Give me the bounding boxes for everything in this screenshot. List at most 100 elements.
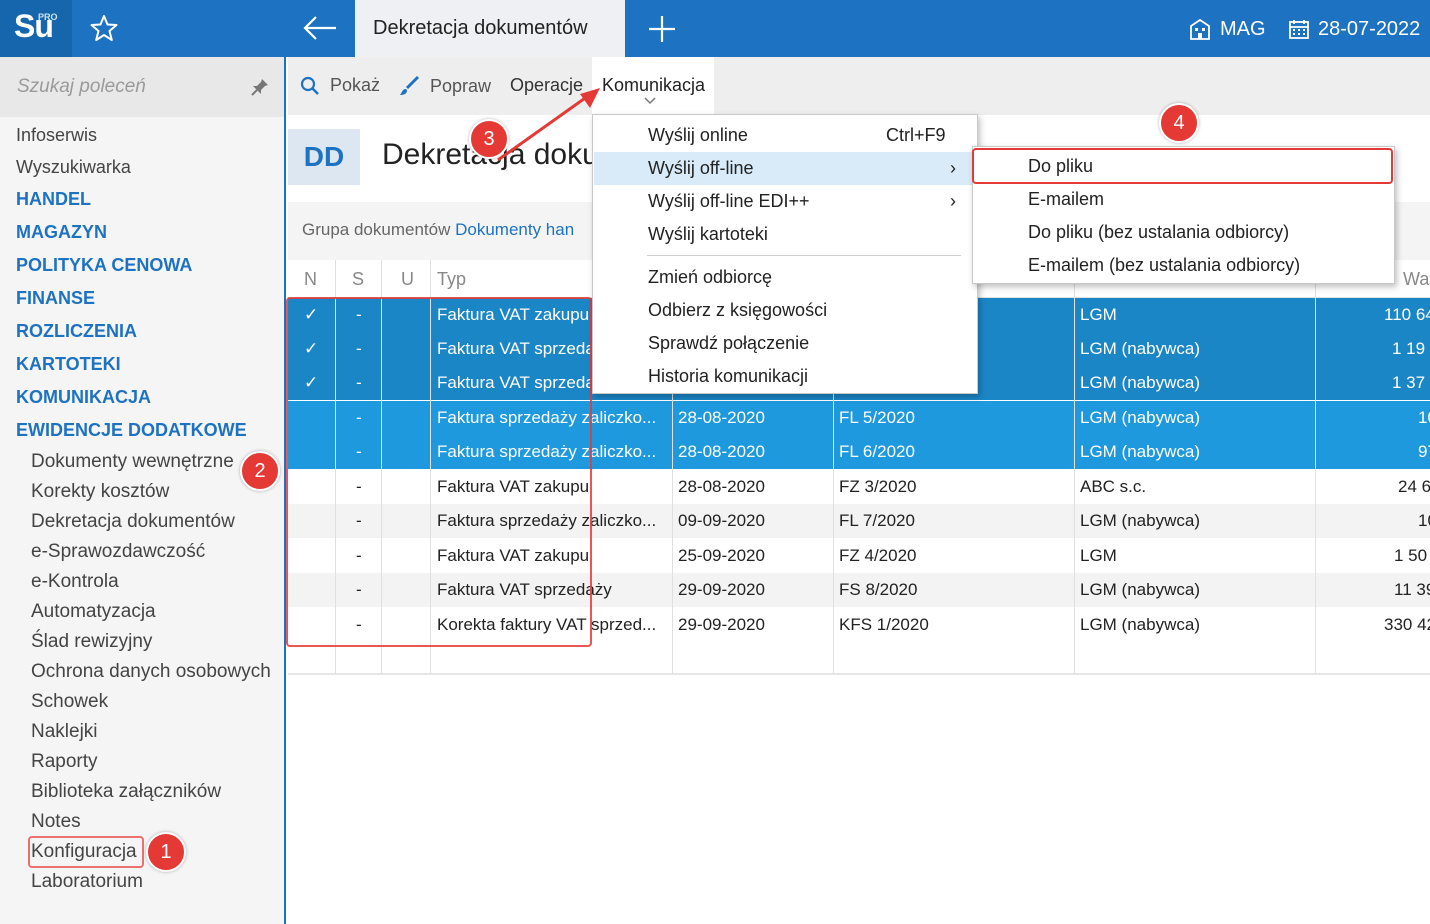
sidebar-item-ochrona-danych[interactable]: Ochrona danych osobowych [31,661,271,683]
annotation-badge-1: 1 [146,832,186,872]
sidebar-item-automatyzacja[interactable]: Automatyzacja [31,601,156,623]
sidebar-item-biblioteka-zalacznikow[interactable]: Biblioteka załączników [31,781,221,803]
sidebar-item-e-kontrola[interactable]: e-Kontrola [31,571,119,593]
annotation-badge-2: 2 [240,451,280,491]
sidebar-section-komunikacja[interactable]: KOMUNIKACJA [16,387,151,408]
app-logo[interactable]: Su PRO [0,0,72,57]
annotation-badge-3: 3 [469,119,509,159]
cell-contractor: LGM (nabywca) [1080,615,1200,634]
menu-item-send-offline-edi[interactable]: Wyślij off-line EDI++ › [594,185,976,218]
calendar-icon [1289,20,1309,39]
menu-item-send-cards[interactable]: Wyślij kartoteki [594,218,976,251]
plus-icon[interactable] [645,12,679,46]
cell-value: 24 60 [1398,477,1430,496]
communication-label: Komunikacja [602,75,706,95]
column-header-typ[interactable]: Typ [437,260,466,298]
edit-button[interactable]: Popraw [398,75,491,97]
warehouse-selector[interactable]: MAG [1188,15,1266,43]
sidebar-item-wyszukiwarka[interactable]: Wyszukiwarka [16,157,131,178]
document-type-badge: DD [288,129,360,185]
column-divider [1315,260,1316,674]
sidebar-item-notes[interactable]: Notes [31,811,81,833]
cell-value: 1 50 [1394,546,1428,565]
cell-date: 28-08-2020 [678,477,765,496]
column-header-u[interactable]: U [401,260,414,298]
search-input[interactable]: Szukaj poleceń [17,76,146,98]
sidebar-section-handel[interactable]: HANDEL [16,189,91,210]
annotation-highlight-box [28,836,144,868]
cell-date: 29-09-2020 [678,580,765,599]
cell-contractor: LGM (nabywca) [1080,580,1200,599]
column-header-n[interactable]: N [304,260,317,298]
group-link[interactable]: Dokumenty han [455,220,574,239]
date-selector[interactable]: 28-07-2022 [1288,15,1420,43]
communication-button[interactable]: Komunikacja [592,57,714,115]
column-header-s[interactable]: S [352,260,364,298]
sidebar-section-ewidencje-dodatkowe[interactable]: EWIDENCJE DODATKOWE [16,420,247,441]
submenu-item-to-file-no-recipient[interactable]: Do pliku (bez ustalania odbiorcy) [973,216,1394,249]
cell-contractor: LGM [1080,546,1117,565]
cell-value: 1 19 [1392,339,1426,358]
building-icon [1190,18,1210,40]
logo-pro-label: PRO [38,12,58,22]
cell-number: FL 6/2020 [839,442,915,461]
annotation-highlight-box [286,297,592,647]
menu-item-send-offline[interactable]: Wyślij off-line › [594,152,976,185]
sidebar-item-korekty-kosztow[interactable]: Korekty kosztów [31,481,169,503]
menu-item-communication-history[interactable]: Historia komunikacji [594,360,976,393]
chevron-down-icon [644,97,656,105]
sidebar-section-finanse[interactable]: FINANSE [16,288,95,309]
star-icon[interactable] [88,12,120,44]
menu-item-label: Odbierz z księgowości [648,300,828,320]
submenu-item-email[interactable]: E-mailem [973,183,1394,216]
cell-contractor: LGM (nabywca) [1080,408,1200,427]
sidebar-item-dokumenty-wewnetrzne[interactable]: Dokumenty wewnętrzne [31,451,234,473]
sidebar-section-kartoteki[interactable]: KARTOTEKI [16,354,121,375]
pin-icon[interactable] [250,77,270,97]
cell-number: FS 8/2020 [839,580,918,599]
cell-value: 110 64 [1384,305,1430,324]
cell-contractor: LGM (nabywca) [1080,511,1200,530]
chevron-right-icon: › [950,158,956,178]
sidebar-item-schowek[interactable]: Schowek [31,691,108,713]
date-label: 28-07-2022 [1318,17,1421,40]
cell-contractor: LGM (nabywca) [1080,442,1200,461]
cell-date: 28-08-2020 [678,408,765,427]
cell-value: 10 [1418,408,1430,427]
sidebar-item-e-sprawozdawczosc[interactable]: e-Sprawozdawczość [31,541,205,563]
menu-item-check-connection[interactable]: Sprawdź połączenie [594,327,976,360]
submenu-item-email-no-recipient[interactable]: E-mailem (bez ustalania odbiorcy) [973,249,1394,282]
table-row-empty[interactable] [288,643,1430,675]
submenu-item-label: E-mailem [1028,189,1105,209]
annotation-highlight-box [972,148,1393,184]
tab-document-decree[interactable]: Dekretacja dokumentów [355,0,625,57]
toolbar: Pokaż Popraw Operacje Komunikacja [288,57,1430,115]
cell-date: 09-09-2020 [678,511,765,530]
submenu-item-label: Do pliku (bez ustalania odbiorcy) [1028,222,1290,242]
sidebar-item-naklejki[interactable]: Naklejki [31,721,98,743]
cell-value: 1 37 [1392,373,1426,392]
cell-value: 330 42 [1384,615,1430,634]
sidebar-item-slad-rewizyjny[interactable]: Ślad rewizyjny [31,631,152,653]
sidebar-item-infoserwis[interactable]: Infoserwis [16,125,97,146]
show-button[interactable]: Pokaż [300,75,380,96]
cell-contractor: ABC s.c. [1080,477,1147,496]
column-header-value[interactable]: Wa [1403,260,1429,298]
sidebar: Szukaj poleceń Infoserwis Wyszukiwarka H… [0,57,286,924]
command-search[interactable]: Szukaj poleceń [0,57,284,117]
menu-item-receive-accounting[interactable]: Odbierz z księgowości [594,294,976,327]
menu-item-send-online[interactable]: Wyślij online Ctrl+F9 [594,119,976,152]
sidebar-section-rozliczenia[interactable]: ROZLICZENIA [16,321,137,342]
cell-number: FZ 4/2020 [839,546,917,565]
cell-number: FZ 3/2020 [839,477,917,496]
sidebar-section-magazyn[interactable]: MAGAZYN [16,222,107,243]
sidebar-item-raporty[interactable]: Raporty [31,751,98,773]
sidebar-section-polityka-cenowa[interactable]: POLITYKA CENOWA [16,255,192,276]
sidebar-item-dekretacja[interactable]: Dekretacja dokumentów [31,511,235,533]
cell-value: 97 [1418,442,1430,461]
cell-date: 28-08-2020 [678,442,765,461]
back-arrow-icon[interactable] [300,12,340,44]
sidebar-item-laboratorium[interactable]: Laboratorium [31,871,143,893]
cell-number: FL 5/2020 [839,408,915,427]
menu-item-change-recipient[interactable]: Zmień odbiorcę [594,261,976,294]
